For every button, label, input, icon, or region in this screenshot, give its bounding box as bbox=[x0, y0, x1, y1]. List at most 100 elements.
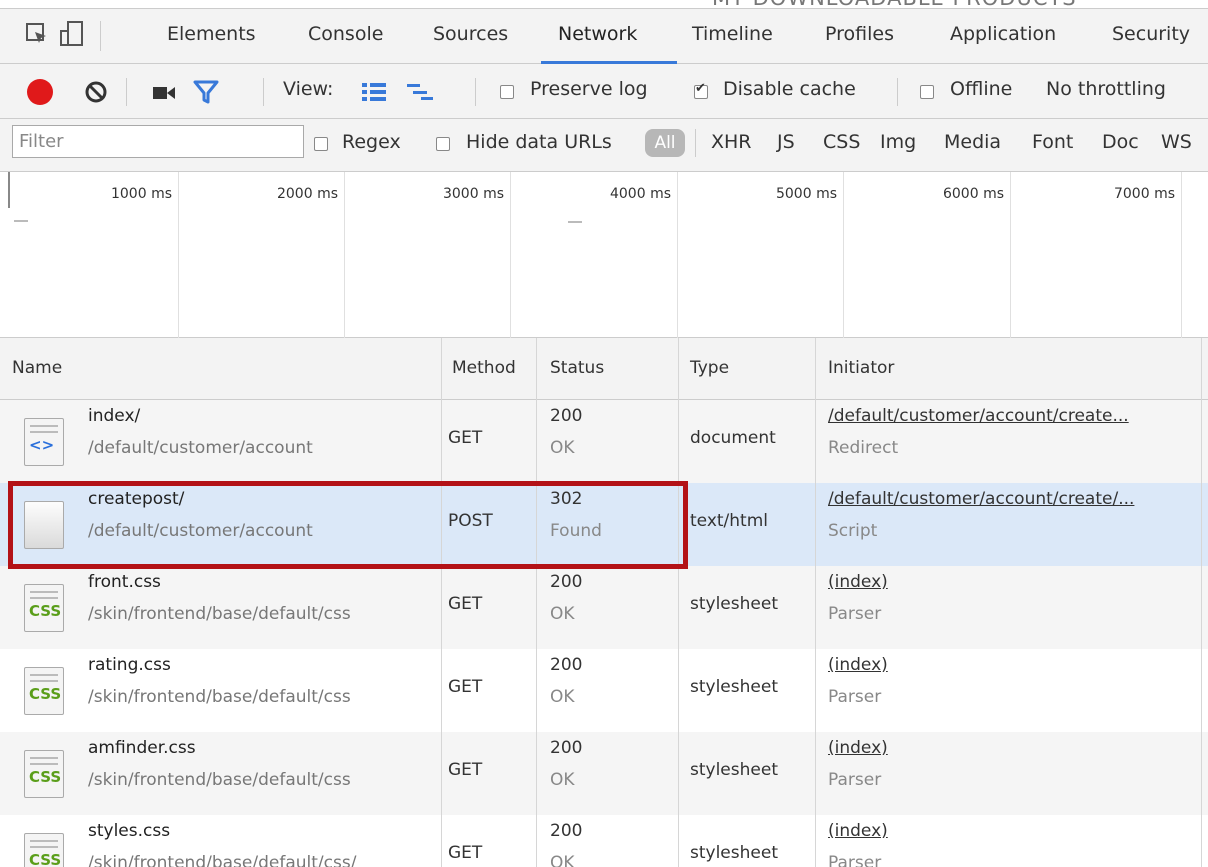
overview-gridline bbox=[843, 172, 844, 338]
request-type: stylesheet bbox=[690, 760, 778, 780]
regex-label: Regex bbox=[342, 131, 401, 153]
tab-sources[interactable]: Sources bbox=[433, 23, 508, 45]
filter-type-font[interactable]: Font bbox=[1032, 131, 1073, 153]
column-header-name[interactable]: Name bbox=[12, 358, 62, 378]
column-separator[interactable] bbox=[815, 338, 816, 867]
regex-checkbox[interactable] bbox=[314, 137, 328, 151]
tab-profiles[interactable]: Profiles bbox=[825, 23, 894, 45]
initiator-link[interactable]: (index) bbox=[828, 655, 1200, 675]
overview-request-bar bbox=[568, 221, 582, 223]
tab-network[interactable]: Network bbox=[558, 23, 637, 45]
overview-gridline bbox=[1181, 172, 1182, 338]
overview-tick-label: 5000 ms bbox=[775, 186, 837, 202]
tab-console[interactable]: Console bbox=[308, 23, 383, 45]
overview-request-bar bbox=[14, 220, 28, 222]
overview-gridline bbox=[344, 172, 345, 338]
table-row[interactable]: CSS amfinder.css /skin/frontend/base/def… bbox=[0, 732, 1208, 815]
request-path: /skin/frontend/base/default/css bbox=[88, 687, 351, 707]
initiator-type: Parser bbox=[828, 770, 882, 790]
inspect-element-icon[interactable] bbox=[26, 23, 48, 50]
column-header-type[interactable]: Type bbox=[690, 358, 729, 378]
preserve-log-label: Preserve log bbox=[530, 78, 648, 100]
request-name: styles.css bbox=[88, 821, 171, 841]
device-toolbar-icon[interactable] bbox=[60, 21, 84, 52]
column-separator[interactable] bbox=[1201, 338, 1202, 867]
filter-type-img[interactable]: Img bbox=[880, 131, 916, 153]
filter-type-media[interactable]: Media bbox=[944, 131, 1001, 153]
network-overview-timeline[interactable]: 1000 ms 2000 ms 3000 ms 4000 ms 5000 ms … bbox=[0, 172, 1208, 338]
column-header-initiator[interactable]: Initiator bbox=[828, 358, 894, 378]
request-path: /skin/frontend/base/default/css bbox=[88, 604, 351, 624]
disable-cache-checkbox[interactable] bbox=[694, 81, 708, 99]
column-header-status[interactable]: Status bbox=[550, 358, 604, 378]
overview-tick-label: 1000 ms bbox=[110, 186, 172, 202]
filter-type-all[interactable]: All bbox=[645, 129, 685, 157]
filter-type-ws[interactable]: WS bbox=[1161, 131, 1192, 153]
column-separator[interactable] bbox=[441, 338, 442, 867]
initiator-type: Parser bbox=[828, 604, 882, 624]
filter-type-xhr[interactable]: XHR bbox=[711, 131, 752, 153]
offline-label: Offline bbox=[950, 78, 1013, 100]
filter-bar: Regex Hide data URLs All XHR JS CSS Img … bbox=[0, 119, 1208, 172]
table-row[interactable]: <> index/ /default/customer/account GET … bbox=[0, 400, 1208, 483]
request-method: GET bbox=[448, 760, 483, 780]
css-file-icon: CSS bbox=[24, 667, 64, 715]
tab-application[interactable]: Application bbox=[950, 23, 1056, 45]
request-type: stylesheet bbox=[690, 677, 778, 697]
throttling-select[interactable]: No throttling bbox=[1046, 78, 1166, 100]
initiator-type: Parser bbox=[828, 687, 882, 707]
table-row[interactable]: CSS front.css /skin/frontend/base/defaul… bbox=[0, 566, 1208, 649]
initiator-type: Redirect bbox=[828, 438, 899, 458]
hide-data-urls-checkbox[interactable] bbox=[436, 137, 450, 151]
overview-tick-label: 3000 ms bbox=[442, 186, 504, 202]
preserve-log-checkbox[interactable] bbox=[500, 85, 514, 99]
tab-timeline[interactable]: Timeline bbox=[692, 23, 773, 45]
status-text: OK bbox=[550, 853, 575, 867]
toolbar-divider bbox=[475, 78, 476, 106]
filter-input[interactable] bbox=[12, 125, 304, 158]
overview-gridline bbox=[677, 172, 678, 338]
tab-security[interactable]: Security bbox=[1112, 23, 1190, 45]
status-code: 200 bbox=[550, 738, 583, 758]
initiator-link[interactable]: (index) bbox=[828, 821, 1200, 841]
status-text: OK bbox=[550, 604, 575, 624]
view-label: View: bbox=[283, 78, 334, 100]
capture-screenshots-icon[interactable] bbox=[152, 84, 176, 106]
filter-divider bbox=[695, 129, 696, 157]
request-method: GET bbox=[448, 428, 483, 448]
record-icon[interactable] bbox=[27, 79, 53, 105]
request-path: /skin/frontend/base/default/css/ bbox=[88, 853, 357, 867]
filter-type-doc[interactable]: Doc bbox=[1102, 131, 1139, 153]
tab-divider bbox=[100, 21, 101, 51]
devtools-tab-bar: Elements Console Sources Network Timelin… bbox=[0, 8, 1208, 64]
annotation-highlight-box bbox=[8, 481, 688, 569]
request-type: text/html bbox=[690, 511, 769, 531]
filter-type-css[interactable]: CSS bbox=[823, 131, 860, 153]
column-separator[interactable] bbox=[678, 338, 679, 867]
column-header-method[interactable]: Method bbox=[452, 358, 516, 378]
request-name: amfinder.css bbox=[88, 738, 196, 758]
request-type: stylesheet bbox=[690, 843, 778, 863]
filter-type-js[interactable]: JS bbox=[777, 131, 795, 153]
initiator-link[interactable]: (index) bbox=[828, 572, 1200, 592]
initiator-link[interactable]: /default/customer/account/create/... bbox=[828, 489, 1200, 509]
css-file-icon: CSS bbox=[24, 584, 64, 632]
tab-elements[interactable]: Elements bbox=[167, 23, 256, 45]
clear-icon[interactable] bbox=[84, 80, 108, 109]
table-row[interactable]: CSS styles.css /skin/frontend/base/defau… bbox=[0, 815, 1208, 867]
offline-checkbox[interactable] bbox=[920, 85, 934, 99]
request-method: GET bbox=[448, 594, 483, 614]
table-row[interactable]: CSS rating.css /skin/frontend/base/defau… bbox=[0, 649, 1208, 732]
initiator-link[interactable]: (index) bbox=[828, 738, 1200, 758]
overview-gridline bbox=[178, 172, 179, 338]
status-text: OK bbox=[550, 687, 575, 707]
large-request-rows-icon[interactable] bbox=[362, 82, 386, 107]
column-separator[interactable] bbox=[536, 338, 537, 867]
status-code: 200 bbox=[550, 655, 583, 675]
initiator-type: Script bbox=[828, 521, 878, 541]
request-type: document bbox=[690, 428, 776, 448]
initiator-link[interactable]: /default/customer/account/create... bbox=[828, 406, 1200, 426]
css-file-icon: CSS bbox=[24, 833, 64, 867]
filter-icon[interactable] bbox=[193, 80, 219, 109]
waterfall-overview-icon[interactable] bbox=[407, 82, 433, 107]
